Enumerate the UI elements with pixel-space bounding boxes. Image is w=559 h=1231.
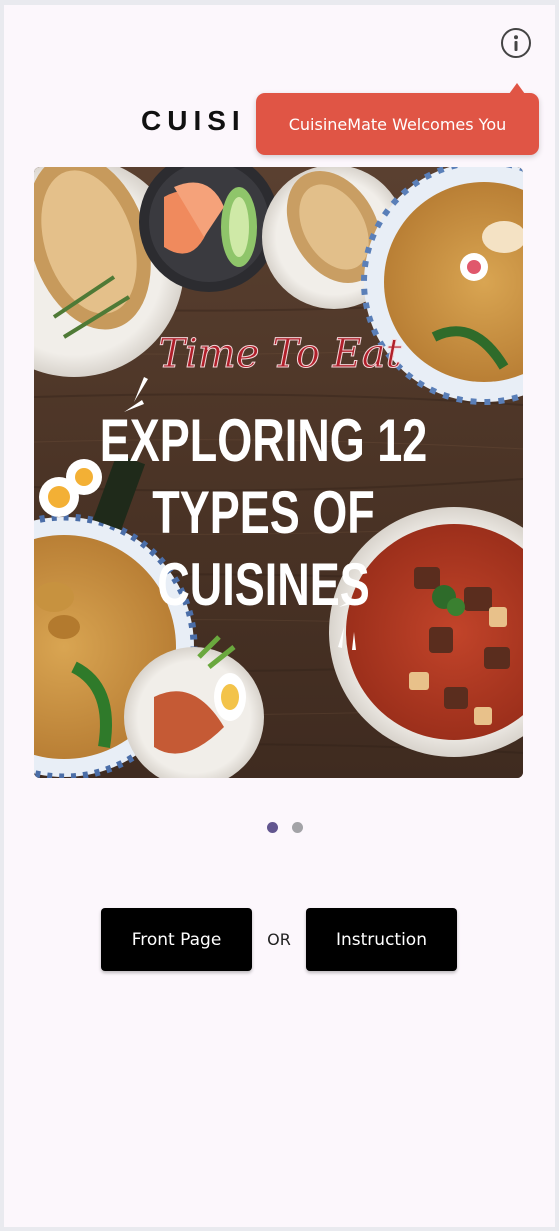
banner-image: Time To Eat EXPLORING 12 TYPES OF CUISIN… (34, 167, 523, 778)
banner-headline-line-3: CUISINES (157, 552, 369, 619)
front-page-button[interactable]: Front Page (101, 908, 252, 971)
info-button[interactable] (501, 28, 531, 58)
banner-headline-line-1: EXPLORING 12 (100, 408, 427, 475)
app-title: CUISI (141, 105, 246, 136)
instruction-button-label: Instruction (336, 929, 427, 950)
welcome-tooltip-text: CuisineMate Welcomes You (288, 114, 507, 134)
banner-script-text: Time To Eat (158, 331, 402, 377)
banner-headline-line-2: TYPES OF (152, 480, 374, 547)
carousel-dot-1[interactable] (266, 822, 278, 833)
carousel-dot-2[interactable] (291, 822, 303, 833)
app-screen: CUISI CuisineMate Welcomes You Time To E… (4, 5, 555, 1227)
front-page-button-label: Front Page (131, 929, 222, 950)
carousel-indicator[interactable] (4, 822, 555, 833)
action-row: Front Page OR Instruction (101, 908, 457, 971)
welcome-tooltip: CuisineMate Welcomes You (256, 83, 539, 155)
info-circle-icon (514, 35, 518, 51)
or-separator: OR (267, 930, 291, 949)
instruction-button[interactable]: Instruction (306, 908, 457, 971)
carousel-banner[interactable]: Time To Eat EXPLORING 12 TYPES OF CUISIN… (34, 167, 523, 778)
